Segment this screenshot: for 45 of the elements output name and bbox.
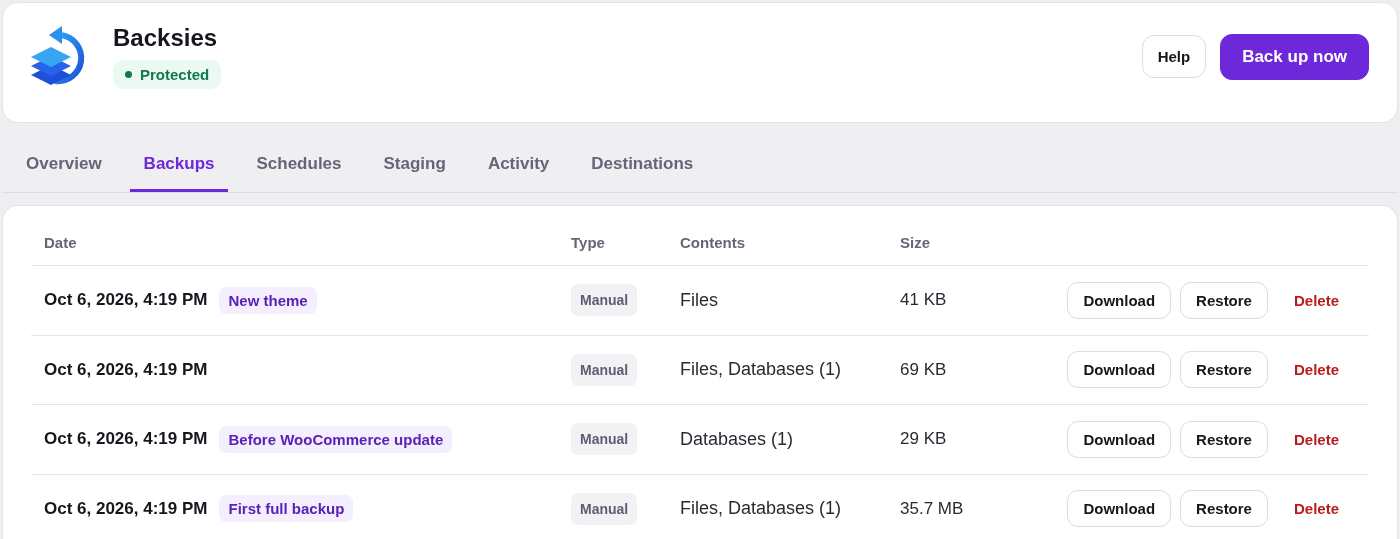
note-tag: New theme [219, 286, 317, 314]
restore-button[interactable]: Restore [1180, 351, 1268, 389]
type-tag: Manual [571, 423, 638, 456]
tab[interactable]: Activity [473, 125, 564, 192]
type-tag: Manual [571, 353, 638, 386]
restore-button[interactable]: Restore [1180, 490, 1268, 528]
delete-button[interactable]: Delete [1276, 490, 1340, 528]
restore-button[interactable]: Restore [1180, 420, 1268, 458]
size-cell-text: 69 KB [900, 359, 948, 380]
backup-date: Oct 6, 2026, 4:19 PM [44, 290, 208, 311]
help-button[interactable]: Help [1141, 35, 1207, 78]
note-tag: First full backup [219, 495, 354, 523]
backup-button[interactable]: Back up now [1220, 33, 1369, 80]
tab[interactable]: Staging [369, 125, 460, 192]
contents-cell-text: Databases (1) [680, 428, 795, 450]
contents-cell-text: Files, Databases (1) [680, 359, 843, 381]
tab[interactable]: Schedules [242, 125, 356, 192]
column-header: Date [44, 234, 78, 251]
contents-cell-text: Files [680, 289, 719, 311]
column-header: Size [900, 234, 931, 251]
app-title: Backsies [113, 24, 219, 52]
note-tag: Before WooCommerce update [219, 425, 453, 453]
delete-button[interactable]: Delete [1276, 351, 1340, 389]
download-button[interactable]: Download [1067, 490, 1172, 528]
tab[interactable]: Overview [12, 125, 116, 192]
delete-button[interactable]: Delete [1276, 281, 1340, 319]
column-header: Contents [680, 234, 746, 251]
backup-date: Oct 6, 2026, 4:19 PM [44, 359, 208, 380]
backup-date: Oct 6, 2026, 4:19 PM [44, 429, 208, 450]
tab[interactable]: Destinations [577, 125, 708, 192]
download-button[interactable]: Download [1067, 420, 1172, 458]
restore-button[interactable]: Restore [1180, 281, 1268, 319]
backup-date: Oct 6, 2026, 4:19 PM [44, 498, 208, 519]
download-button[interactable]: Download [1067, 281, 1172, 319]
type-tag: Manual [571, 492, 638, 525]
size-cell-text: 29 KB [900, 429, 948, 450]
download-button[interactable]: Download [1067, 351, 1172, 389]
type-tag: Manual [571, 284, 638, 317]
status-badge: Protected [113, 60, 222, 89]
tab[interactable]: Backups [129, 125, 229, 192]
column-header: Type [571, 234, 606, 251]
size-cell-text: 41 KB [900, 290, 948, 311]
delete-button[interactable]: Delete [1276, 420, 1340, 458]
size-cell-text: 35.7 MB [900, 498, 965, 519]
contents-cell-text: Files, Databases (1) [680, 498, 843, 520]
